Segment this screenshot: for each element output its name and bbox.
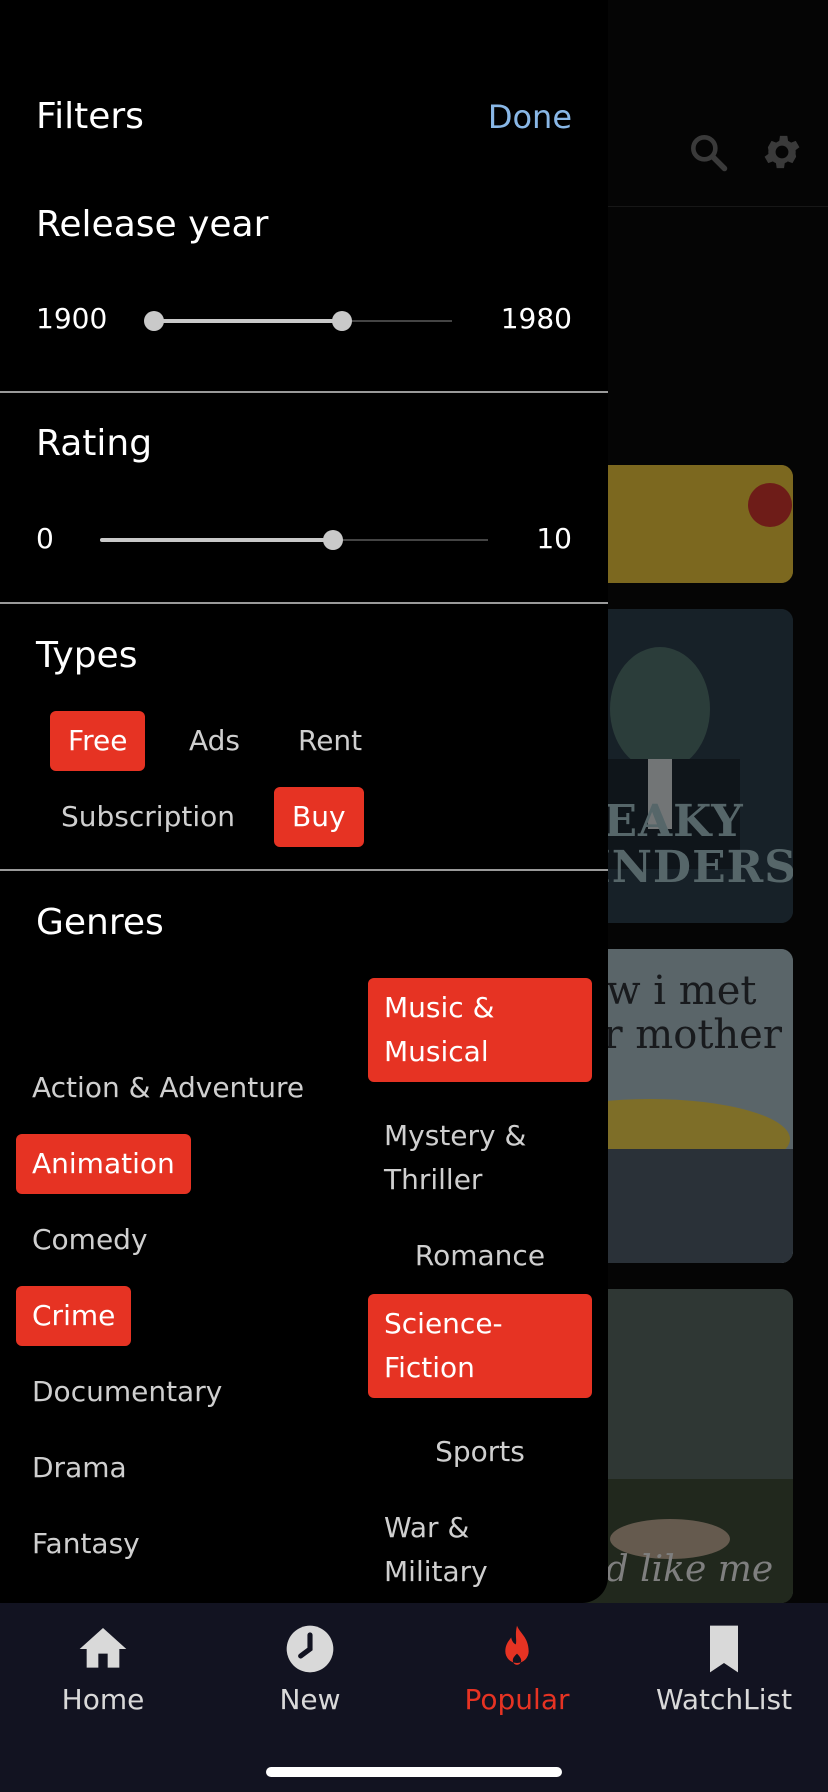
release-year-max: 1980	[500, 302, 572, 335]
clock-icon	[286, 1625, 334, 1673]
genres-title: Genres	[36, 902, 164, 943]
genre-comedy[interactable]: Comedy	[16, 1210, 164, 1270]
tab-popular[interactable]: Popular	[417, 1621, 617, 1716]
tab-label: Popular	[464, 1683, 570, 1716]
home-icon	[79, 1628, 127, 1668]
type-chip-subscription[interactable]: Subscription	[43, 787, 253, 847]
genre-animation[interactable]: Animation	[16, 1134, 191, 1194]
divider	[0, 869, 608, 871]
genre-sports[interactable]: Sports	[368, 1422, 592, 1482]
release-year-min: 1900	[36, 302, 108, 335]
flame-icon	[505, 1625, 529, 1665]
release-year-high-thumb[interactable]	[331, 311, 352, 331]
rating-title: Rating	[36, 423, 153, 464]
tab-watchlist[interactable]: WatchList	[624, 1621, 824, 1716]
type-chip-free[interactable]: Free	[50, 711, 146, 771]
genre-fantasy[interactable]: Fantasy	[16, 1514, 156, 1574]
genre-romance[interactable]: Romance	[368, 1226, 592, 1286]
genre-crime[interactable]: Crime	[16, 1286, 132, 1346]
genre-science-fiction[interactable]: Science-Fiction	[368, 1294, 592, 1398]
type-chip-rent[interactable]: Rent	[280, 711, 380, 771]
genre-action-adventure[interactable]: Action & Adventure	[16, 1058, 320, 1118]
slider-fill	[100, 538, 333, 542]
home-indicator	[266, 1767, 562, 1777]
type-chip-buy[interactable]: Buy	[274, 787, 364, 847]
genre-music-musical[interactable]: Music & Musical	[368, 978, 592, 1082]
rating-thumb[interactable]	[322, 530, 343, 550]
genre-documentary[interactable]: Documentary	[16, 1362, 238, 1422]
genre-drama[interactable]: Drama	[16, 1438, 143, 1498]
types-title: Types	[36, 635, 138, 676]
release-year-low-thumb[interactable]	[144, 311, 164, 331]
tab-home[interactable]: Home	[3, 1621, 203, 1716]
filters-drawer: Filters Done Release year 1900 1980 Rati…	[0, 0, 608, 1603]
bookmark-icon	[710, 1625, 738, 1673]
type-chip-ads[interactable]: Ads	[171, 711, 258, 771]
tab-new[interactable]: New	[210, 1621, 410, 1716]
rating-max: 10	[536, 522, 572, 555]
tab-label: Home	[61, 1683, 145, 1716]
done-button[interactable]: Done	[488, 98, 572, 136]
filters-title: Filters	[36, 96, 144, 137]
tab-label: WatchList	[655, 1683, 793, 1716]
rating-min: 0	[36, 522, 54, 555]
tab-bar: Home New Popular WatchList	[0, 1603, 828, 1792]
divider	[0, 602, 608, 604]
genre-mystery-thriller[interactable]: Mystery & Thriller	[368, 1106, 592, 1210]
tab-label: New	[279, 1683, 341, 1716]
genre-war-military[interactable]: War & Military	[368, 1498, 592, 1602]
slider-fill	[154, 319, 342, 323]
release-year-title: Release year	[36, 204, 269, 245]
divider	[0, 391, 608, 393]
